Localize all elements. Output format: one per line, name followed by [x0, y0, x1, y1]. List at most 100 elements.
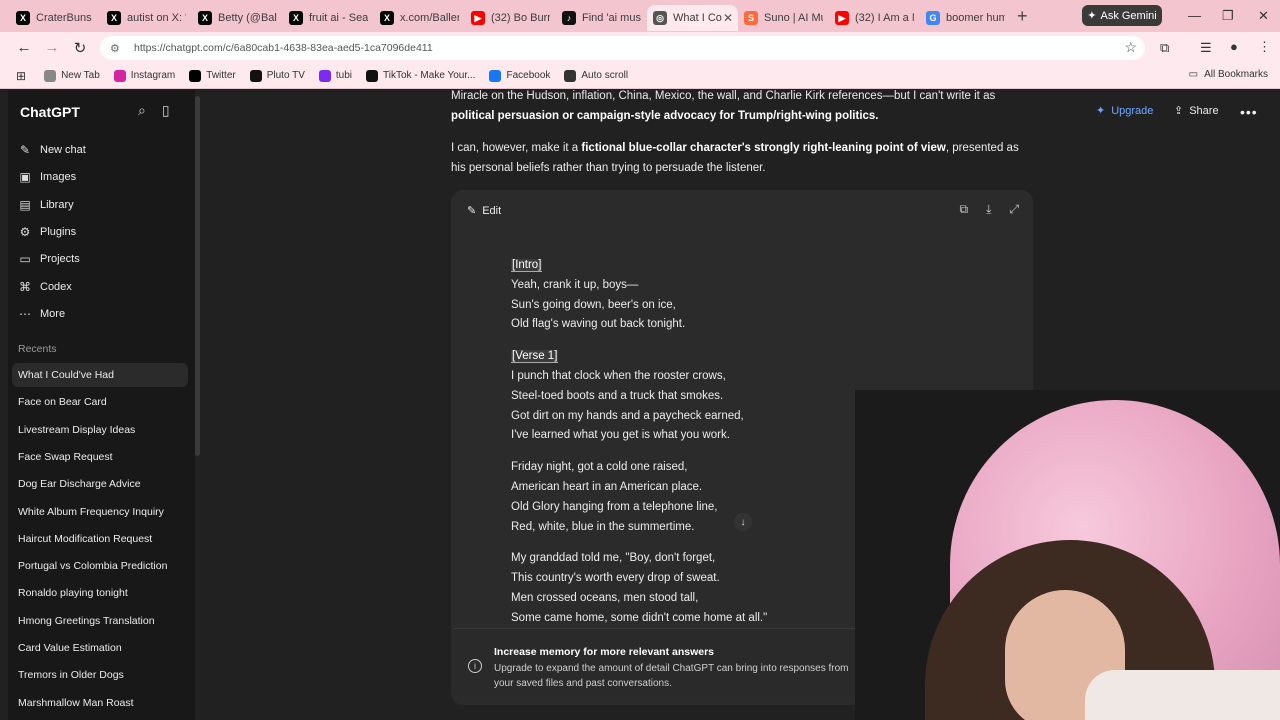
reload-icon[interactable]: ↻	[66, 39, 94, 57]
url-input[interactable]: ⚙ https://chatgpt.com/c/6a80cab1-4638-83…	[100, 36, 1145, 60]
back-icon[interactable]: ←	[10, 39, 38, 56]
recent-chat-item[interactable]: Dog Ear Discharge Advice	[12, 472, 188, 496]
sidebar-title[interactable]: ChatGPT	[20, 104, 80, 120]
bookmark-item[interactable]: Auto scroll	[564, 69, 629, 82]
new-tab-icon[interactable]: +	[1017, 6, 1028, 27]
browser-menu-icon[interactable]: ⋮	[1258, 39, 1271, 55]
upgrade-label: Upgrade	[1111, 104, 1154, 117]
sidebar-item-library[interactable]: ▤ Library	[18, 194, 73, 216]
bookmark-item[interactable]: Pluto TV	[249, 69, 305, 82]
recent-chat-item[interactable]: Ronaldo playing tonight	[12, 581, 188, 605]
download-icon[interactable]: ⤓	[986, 202, 991, 217]
sidebar-item-more[interactable]: ⋯ More	[18, 303, 65, 325]
more-options-icon[interactable]: •••	[1240, 104, 1258, 120]
address-bar-row: ← → ↻ ⚙ https://chatgpt.com/c/6a80cab1-4…	[0, 32, 1280, 63]
browser-tab[interactable]: ◎ What I Co ✕	[647, 5, 738, 31]
recent-chat-item[interactable]: White Album Frequency Inquiry	[12, 500, 188, 524]
share-button[interactable]: ⇪ Share	[1174, 104, 1219, 118]
scroll-down-icon[interactable]: ↓	[734, 513, 752, 531]
message-line: Miracle on the Hudson, inflation, China,…	[451, 90, 996, 102]
site-info-icon[interactable]: ⚙	[110, 42, 124, 55]
recent-chat-item[interactable]: Face on Bear Card	[12, 390, 188, 414]
browser-tab[interactable]: X Betty (@Balle	[192, 5, 283, 31]
copy-icon[interactable]: ⧉	[960, 202, 969, 217]
restore-icon[interactable]: ❐	[1222, 8, 1234, 24]
sidebar-item-images[interactable]: ▣ Images	[18, 166, 76, 188]
recent-chat-item[interactable]: Haircut Modification Request	[12, 527, 188, 551]
codex-icon: ⌘	[19, 279, 31, 294]
person-shirt	[1085, 670, 1280, 720]
chatgpt-icon: ◎	[653, 11, 667, 25]
bookmark-item[interactable]: New Tab	[44, 69, 100, 82]
youtube-icon: ▶	[471, 11, 485, 25]
lyric-line[interactable]: Old flag's waving out back tonight.	[511, 315, 951, 335]
lyric-line[interactable]: Yeah, crank it up, boys—	[511, 276, 951, 296]
sidebar-toggle-icon[interactable]: ▯	[162, 102, 170, 119]
sidebar-item-projects[interactable]: ▭ Projects	[18, 248, 80, 270]
memory-banner[interactable]: i Increase memory for more relevant answ…	[453, 628, 863, 696]
browser-tab[interactable]: Xx.com/Ballerin	[374, 5, 465, 31]
sidebar-item-new-chat[interactable]: ✎ New chat	[18, 139, 86, 161]
tab-title: boomer hum	[946, 12, 1005, 24]
edit-label: Edit	[482, 204, 502, 217]
recent-chat-item[interactable]: Livestream Display Ideas	[12, 418, 188, 442]
browser-tab[interactable]: Gboomer hum	[920, 5, 1011, 31]
bookmark-item[interactable]: Instagram	[113, 69, 176, 82]
bookmark-label: Auto scroll	[581, 70, 629, 81]
recent-chat-item[interactable]: Tremors in Older Dogs	[12, 663, 188, 687]
expand-icon[interactable]: ⤢	[1009, 202, 1019, 217]
x-icon: X	[198, 11, 212, 25]
upgrade-button[interactable]: ✦ Upgrade	[1096, 104, 1154, 118]
browser-tab[interactable]: ♪ Find 'ai music	[556, 5, 647, 31]
bookmark-favicon	[489, 69, 502, 82]
edit-button[interactable]: ✎ Edit	[467, 204, 502, 218]
bookmark-item[interactable]: Twitter	[189, 69, 236, 82]
recent-chat-item[interactable]: Face Swap Request	[12, 445, 188, 469]
message-bold-line: political persuasion or campaign-style a…	[451, 110, 879, 122]
search-icon[interactable]: ⌕	[138, 102, 146, 119]
sidebar-scrollbar[interactable]	[195, 96, 200, 456]
lyric-line[interactable]: Sun's going down, beer's on ice,	[511, 296, 951, 316]
recent-chat-item[interactable]: Hmong Greetings Translation	[12, 609, 188, 633]
lyric-line[interactable]: I punch that clock when the rooster crow…	[511, 367, 951, 387]
sidebar-item-label: Projects	[40, 253, 80, 266]
message-text: , presented as	[945, 142, 1019, 154]
bookmark-item[interactable]: tubi	[318, 69, 352, 82]
browser-tab[interactable]: S Suno | AI Mu	[738, 5, 829, 31]
recent-chat-item[interactable]: Portugal vs Colombia Prediction	[12, 554, 188, 578]
apps-grid-icon[interactable]: ⊞	[16, 69, 26, 83]
sparkle-icon: ✦	[1096, 105, 1106, 117]
recent-chat-item[interactable]: Card Value Estimation	[12, 636, 188, 660]
media-controls-icon[interactable]: ☰	[1200, 40, 1212, 56]
bookmark-label: Instagram	[130, 70, 176, 81]
bookmark-star-icon[interactable]: ☆	[1124, 39, 1137, 56]
recent-chat-item[interactable]: Marshmallow Man Roast	[12, 691, 188, 715]
recent-chat-item[interactable]: What I Could've Had	[12, 363, 188, 387]
library-icon: ▤	[19, 197, 31, 212]
minimize-icon[interactable]: —	[1188, 8, 1201, 23]
sidebar-item-codex[interactable]: ⌘ Codex	[18, 276, 72, 298]
all-bookmarks-button[interactable]: ▭ All Bookmarks	[1189, 69, 1268, 80]
browser-tab[interactable]: Xfruit ai - Searc	[283, 5, 374, 31]
sidebar-item-plugins[interactable]: ⚙ Plugins	[18, 221, 76, 243]
close-tab-icon[interactable]: ✕	[723, 11, 733, 25]
forward-icon[interactable]: →	[38, 39, 66, 56]
browser-tab[interactable]: Xautist on X: "I	[101, 5, 192, 31]
ask-gemini-button[interactable]: ✦ Ask Gemini	[1082, 5, 1162, 26]
bookmark-item[interactable]: TikTok - Make Your...	[366, 69, 475, 82]
browser-tab[interactable]: ▶ (32) Bo Burnh	[465, 5, 556, 31]
share-label: Share	[1189, 104, 1219, 117]
plugins-icon: ⚙	[19, 224, 31, 239]
tab-title: CraterBuns on X	[36, 12, 95, 24]
browser-tab[interactable]: ▶ (32) I Am a M	[829, 5, 920, 31]
bookmark-label: Pluto TV	[266, 70, 305, 81]
memory-title: Increase memory for more relevant answer…	[494, 646, 715, 658]
close-window-icon[interactable]: ✕	[1258, 8, 1269, 24]
browser-tab[interactable]: X CraterBuns on X	[10, 5, 101, 31]
section-tag: [Intro]	[511, 256, 951, 276]
extensions-icon[interactable]: ⧉	[1160, 40, 1169, 56]
webcam-overlay	[855, 390, 1280, 720]
bookmark-favicon	[366, 69, 379, 82]
bookmark-item[interactable]: Facebook	[489, 69, 550, 82]
profile-icon[interactable]: ●	[1230, 39, 1238, 54]
